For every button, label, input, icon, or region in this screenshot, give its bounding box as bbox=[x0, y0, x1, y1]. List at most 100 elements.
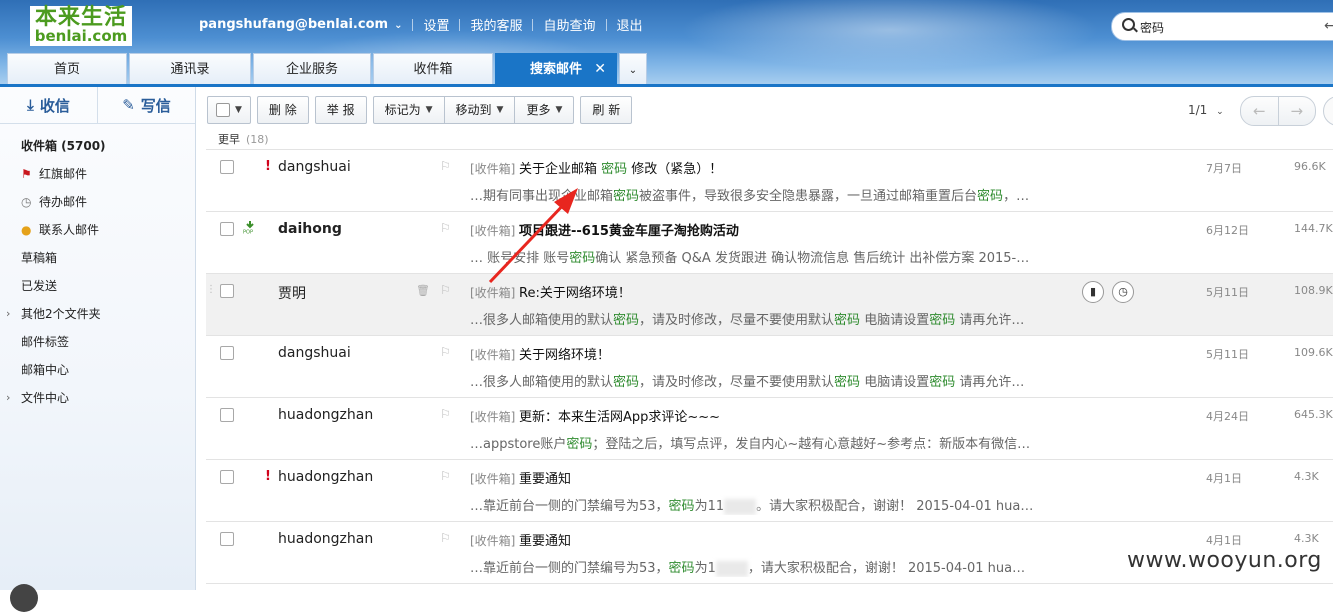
top-nav: pangshufang@benlai.com ⌄ 设置 我的客服 自助查询 退出 bbox=[199, 15, 643, 34]
sidebar-item-sent[interactable]: 已发送 bbox=[0, 272, 195, 300]
page-indicator: 1/1 bbox=[1188, 103, 1208, 117]
tab-contacts[interactable]: 通讯录 bbox=[129, 53, 251, 85]
row-checkbox[interactable] bbox=[220, 532, 234, 546]
gear-icon[interactable]: ⚙ bbox=[1323, 96, 1333, 126]
trash-icon[interactable]: 🗑 bbox=[416, 284, 430, 297]
settings-link[interactable]: 设置 bbox=[423, 15, 449, 34]
group-header: 更早 (18) bbox=[206, 129, 1333, 150]
mail-row[interactable]: ! huadongzhan ⚐ [收件箱] 重要通知 …靠近前台一侧的门禁编号为… bbox=[206, 460, 1333, 522]
sidebar-item-drafts[interactable]: 草稿箱 bbox=[0, 244, 195, 272]
mail-row[interactable]: POP daihong ⚐ [收件箱] 项目跟进--615黄金车厘子淘抢购活动 … bbox=[206, 212, 1333, 274]
sidebar-item-other-folders[interactable]: › 其他2个文件夹 bbox=[0, 300, 195, 328]
flag-icon[interactable]: ⚐ bbox=[440, 531, 451, 545]
snippet: …appstore账户密码；登陆之后，填写点评，发自内心~越有心意越好~参考点：… bbox=[470, 437, 1031, 452]
subject: 重要通知 bbox=[519, 534, 572, 549]
back-arrow-icon[interactable]: ← bbox=[1324, 18, 1333, 34]
tab-label: 通讯录 bbox=[170, 62, 210, 77]
sender: huadongzhan bbox=[278, 407, 374, 423]
keyword-highlight: 密码 bbox=[601, 162, 628, 177]
clock-icon[interactable]: ◷ bbox=[1112, 281, 1134, 303]
chevron-right-icon: › bbox=[6, 307, 11, 320]
tab-enterprise-service[interactable]: 企业服务 bbox=[253, 53, 371, 85]
tab-home[interactable]: 首页 bbox=[7, 53, 127, 85]
flag-icon[interactable]: ⚐ bbox=[440, 407, 451, 421]
row-checkbox[interactable] bbox=[220, 284, 234, 298]
search-input[interactable] bbox=[1138, 17, 1322, 37]
chevron-down-icon: ▼ bbox=[425, 105, 433, 115]
flag-icon[interactable]: ⚐ bbox=[440, 221, 451, 235]
account-menu[interactable]: pangshufang@benlai.com ⌄ bbox=[199, 17, 402, 32]
corner-button[interactable] bbox=[10, 584, 38, 612]
tab-label: 收件箱 bbox=[413, 62, 453, 77]
bookmark-icon[interactable]: ▮ bbox=[1082, 281, 1104, 303]
sidebar-item-todo[interactable]: ◷ 待办邮件 bbox=[0, 188, 195, 216]
action-group: 标记为 ▼ 移动到 ▼ 更多 ▼ bbox=[372, 96, 575, 124]
next-page-icon[interactable]: → bbox=[1277, 97, 1316, 125]
snippet: …靠近前台一侧的门禁编号为53，密码为11 。请大家积极配合，谢谢！ 2015-0… bbox=[470, 498, 1034, 515]
sidebar-item-label: 其他2个文件夹 bbox=[21, 307, 101, 321]
flag-icon[interactable]: ⚐ bbox=[440, 159, 451, 173]
more-button[interactable]: 更多 ▼ bbox=[515, 96, 575, 124]
button-label: 标记为 bbox=[384, 103, 421, 117]
receive-button[interactable]: ⤓ 收信 bbox=[0, 87, 97, 123]
redacted-block bbox=[724, 498, 757, 515]
watermark: www.wooyun.org bbox=[1127, 548, 1322, 573]
row-checkbox[interactable] bbox=[220, 222, 234, 236]
size: 645.3K bbox=[1294, 408, 1333, 421]
prev-page-icon[interactable]: ← bbox=[1241, 97, 1278, 125]
row-checkbox[interactable] bbox=[220, 160, 234, 174]
row-checkbox[interactable] bbox=[220, 408, 234, 422]
sender: huadongzhan bbox=[278, 469, 374, 485]
search-box[interactable]: ← bbox=[1111, 12, 1333, 41]
tab-inbox[interactable]: 收件箱 bbox=[373, 53, 493, 85]
select-all-dropdown[interactable]: ▼ bbox=[207, 96, 251, 124]
compose-button[interactable]: ✎ 写信 bbox=[97, 87, 195, 123]
mark-as-button[interactable]: 标记为 ▼ bbox=[372, 96, 445, 124]
flag-icon[interactable]: ⚐ bbox=[440, 283, 451, 297]
logout-link[interactable]: 退出 bbox=[617, 15, 643, 34]
customer-service-link[interactable]: 我的客服 bbox=[470, 15, 522, 34]
sidebar-item-label: 邮件标签 bbox=[21, 335, 70, 349]
mail-row[interactable]: huadongzhan ⚐ [收件箱] 更新：本来生活网App求评论~~~ …a… bbox=[206, 398, 1333, 460]
sidebar-item-mail-center[interactable]: 邮箱中心 bbox=[0, 356, 195, 384]
row-checkbox[interactable] bbox=[220, 346, 234, 360]
subject: 重要通知 bbox=[519, 472, 572, 487]
flag-icon[interactable]: ⚐ bbox=[440, 469, 451, 483]
compose-label: 写信 bbox=[140, 96, 171, 115]
sidebar-item-tags[interactable]: 邮件标签 bbox=[0, 328, 195, 356]
sidebar-item-contacts-mail[interactable]: ● 联系人邮件 bbox=[0, 216, 195, 244]
size: 96.6K bbox=[1294, 160, 1326, 173]
close-icon[interactable]: ✕ bbox=[594, 54, 606, 85]
sidebar-item-inbox[interactable]: 收件箱 (5700) bbox=[0, 132, 195, 160]
select-all-checkbox[interactable] bbox=[216, 103, 230, 117]
sidebar-item-file-center[interactable]: › 文件中心 bbox=[0, 384, 195, 412]
logo[interactable]: 本来生活 benlai.com bbox=[30, 6, 132, 46]
refresh-button[interactable]: 刷 新 bbox=[580, 96, 633, 124]
sender: 贾明 bbox=[278, 286, 306, 302]
download-icon: ⤓ bbox=[27, 96, 34, 114]
search-icon[interactable] bbox=[1122, 18, 1135, 31]
page-selector[interactable]: 1/1 ⌄ bbox=[1188, 103, 1224, 117]
svg-text:POP: POP bbox=[243, 230, 253, 235]
flag-icon[interactable]: ⚐ bbox=[440, 345, 451, 359]
tab-more-button[interactable]: ⌄ bbox=[619, 53, 647, 85]
mail-row[interactable]: dangshuai ⚐ [收件箱] 关于网络环境！ …很多人邮箱使用的默认密码，… bbox=[206, 336, 1333, 398]
sidebar-item-flagged[interactable]: ⚑ 红旗邮件 bbox=[0, 160, 195, 188]
report-button[interactable]: 举 报 bbox=[314, 96, 367, 124]
mail-row[interactable]: ! dangshuai ⚐ [收件箱] 关于企业邮箱 密码 修改（紧急）！ …期… bbox=[206, 150, 1333, 212]
chevron-down-icon: ▼ bbox=[235, 105, 242, 115]
tab-search-mail[interactable]: 搜索邮件 ✕ bbox=[495, 53, 617, 85]
logo-text-en: benlai.com bbox=[34, 27, 128, 45]
date: 5月11日 bbox=[1206, 348, 1249, 361]
date: 7月7日 bbox=[1206, 162, 1242, 175]
subject: 项目跟进--615黄金车厘子淘抢购活动 bbox=[519, 224, 739, 239]
sender: dangshuai bbox=[278, 345, 351, 361]
self-service-link[interactable]: 自助查询 bbox=[543, 15, 595, 34]
sidebar-item-label: 已发送 bbox=[21, 279, 58, 293]
row-checkbox[interactable] bbox=[220, 470, 234, 484]
mail-row[interactable]: ⋮⋮ 贾明 🗑 ⚐ [收件箱] Re:关于网络环境！ …很多人邮箱使用的默认密码… bbox=[206, 274, 1333, 336]
receive-label: 收信 bbox=[39, 96, 70, 115]
snippet: …靠近前台一侧的门禁编号为53，密码为1 ，请大家积极配合，谢谢！ 2015-04… bbox=[470, 560, 1026, 577]
delete-button[interactable]: 删 除 bbox=[256, 96, 309, 124]
move-to-button[interactable]: 移动到 ▼ bbox=[444, 96, 516, 124]
